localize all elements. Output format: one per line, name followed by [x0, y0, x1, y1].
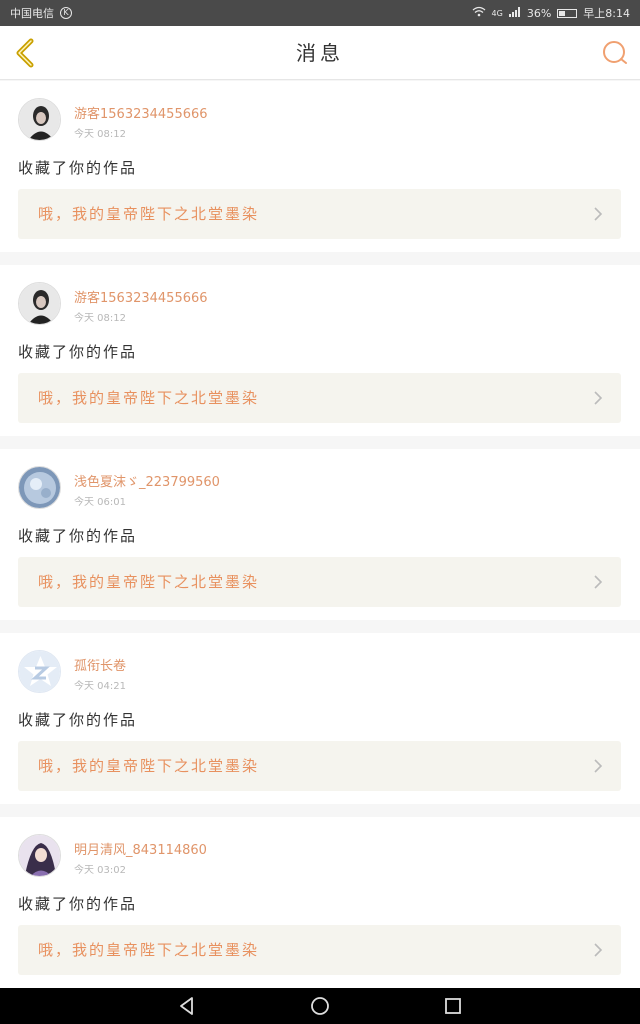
action-text: 收藏了你的作品: [18, 343, 138, 361]
action-text: 收藏了你的作品: [18, 159, 138, 177]
avatar[interactable]: [18, 282, 61, 325]
message-card: 孤衔长卷 今天 04:21 收藏了你的作品 哦，我的皇帝陛下之北堂墨染: [0, 633, 640, 804]
username[interactable]: 浅色夏沫ゞ_223799560: [74, 471, 220, 490]
page-title: 消息: [296, 41, 344, 65]
battery-icon: [557, 8, 578, 18]
message-card: 明月清风_843114860 今天 03:02 收藏了你的作品 哦，我的皇帝陛下…: [0, 817, 640, 988]
recent-apps-square-icon[interactable]: [441, 994, 465, 1018]
top-navigation-bar: 消息: [0, 26, 640, 80]
signal-icon: [508, 6, 521, 20]
message-card: 游客1563234455666 今天 08:12 收藏了你的作品 哦，我的皇帝陛…: [0, 265, 640, 436]
work-link[interactable]: 哦，我的皇帝陛下之北堂墨染: [18, 741, 621, 791]
timestamp: 今天 04:21: [74, 681, 126, 692]
status-bar: 中国电信 K 4G 36% 早上8:14: [0, 0, 640, 26]
chevron-right-icon: [594, 759, 603, 773]
avatar[interactable]: [18, 834, 61, 877]
action-text: 收藏了你的作品: [18, 895, 138, 913]
work-link[interactable]: 哦，我的皇帝陛下之北堂墨染: [18, 925, 621, 975]
clock: 早上8:14: [583, 7, 630, 20]
work-title: 哦，我的皇帝陛下之北堂墨染: [38, 757, 260, 775]
message-card: 游客1563234455666 今天 08:12 收藏了你的作品 哦，我的皇帝陛…: [0, 81, 640, 252]
network-type: 4G: [491, 8, 503, 18]
battery-percent: 36%: [526, 6, 552, 20]
work-title: 哦，我的皇帝陛下之北堂墨染: [38, 941, 260, 959]
avatar[interactable]: [18, 466, 61, 509]
chevron-right-icon: [594, 575, 603, 589]
action-text: 收藏了你的作品: [18, 711, 138, 729]
work-link[interactable]: 哦，我的皇帝陛下之北堂墨染: [18, 189, 621, 239]
home-circle-icon[interactable]: [308, 994, 332, 1018]
timestamp: 今天 08:12: [74, 129, 126, 140]
carrier-name: 中国电信: [10, 7, 54, 20]
wifi-icon: [472, 6, 486, 20]
work-title: 哦，我的皇帝陛下之北堂墨染: [38, 205, 260, 223]
timestamp: 今天 08:12: [74, 313, 126, 324]
message-card: 浅色夏沫ゞ_223799560 今天 06:01 收藏了你的作品 哦，我的皇帝陛…: [0, 449, 640, 620]
timestamp: 今天 06:01: [74, 497, 126, 508]
avatar[interactable]: [18, 650, 61, 693]
avatar[interactable]: [18, 98, 61, 141]
work-title: 哦，我的皇帝陛下之北堂墨染: [38, 389, 260, 407]
username[interactable]: 游客1563234455666: [74, 287, 208, 306]
timestamp: 今天 03:02: [74, 865, 126, 876]
chevron-right-icon: [594, 391, 603, 405]
username[interactable]: 孤衔长卷: [74, 655, 126, 674]
chevron-right-icon: [594, 943, 603, 957]
back-triangle-icon[interactable]: [175, 994, 199, 1018]
work-title: 哦，我的皇帝陛下之北堂墨染: [38, 573, 260, 591]
username[interactable]: 明月清风_843114860: [74, 839, 207, 858]
search-icon: [603, 41, 627, 64]
chevron-right-icon: [594, 207, 603, 221]
work-link[interactable]: 哦，我的皇帝陛下之北堂墨染: [18, 557, 621, 607]
action-text: 收藏了你的作品: [18, 527, 138, 545]
message-list: 游客1563234455666 今天 08:12 收藏了你的作品 哦，我的皇帝陛…: [0, 81, 640, 1001]
carrier-badge-icon: K: [60, 7, 72, 19]
system-navigation-bar: [0, 988, 640, 1024]
work-link[interactable]: 哦，我的皇帝陛下之北堂墨染: [18, 373, 621, 423]
search-button[interactable]: [600, 38, 630, 68]
username[interactable]: 游客1563234455666: [74, 103, 208, 122]
